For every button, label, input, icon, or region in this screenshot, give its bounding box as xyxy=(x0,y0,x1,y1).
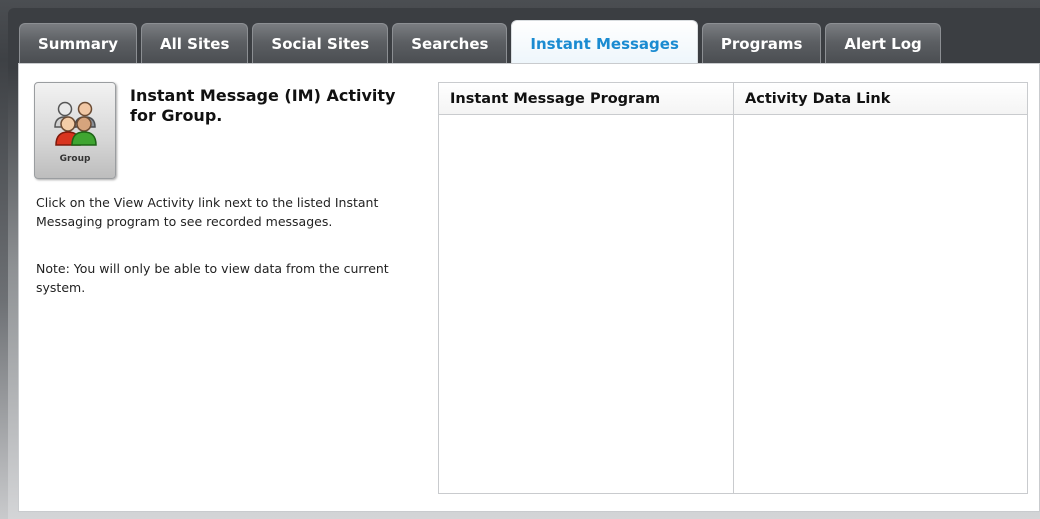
tab-social-sites[interactable]: Social Sites xyxy=(252,23,389,64)
description-text: Click on the View Activity link next to … xyxy=(36,195,379,229)
tab-summary[interactable]: Summary xyxy=(19,23,138,64)
tab-searches[interactable]: Searches xyxy=(392,23,508,64)
column-header-im-program[interactable]: Instant Message Program xyxy=(439,83,733,115)
tab-alert-log[interactable]: Alert Log xyxy=(825,23,941,64)
note-text: Note: You will only be able to view data… xyxy=(36,261,389,295)
content-panel: Group Instant Message (IM) Activity for … xyxy=(18,63,1040,512)
group-selector[interactable]: Group xyxy=(34,82,116,179)
tab-all-sites[interactable]: All Sites xyxy=(141,23,249,64)
column-header-activity-link[interactable]: Activity Data Link xyxy=(734,83,1027,115)
tab-bar: Summary All Sites Social Sites Searches … xyxy=(19,20,945,64)
column-im-program: Instant Message Program xyxy=(439,83,734,493)
tab-programs[interactable]: Programs xyxy=(701,23,822,64)
page-title: Instant Message (IM) Activity for Group. xyxy=(130,86,396,125)
column-activity-link: Activity Data Link xyxy=(734,83,1027,493)
group-caption: Group xyxy=(59,154,91,164)
group-people-icon xyxy=(54,101,97,146)
im-table: Instant Message Program Activity Data Li… xyxy=(438,82,1028,494)
tab-instant-messages[interactable]: Instant Messages xyxy=(511,20,698,64)
